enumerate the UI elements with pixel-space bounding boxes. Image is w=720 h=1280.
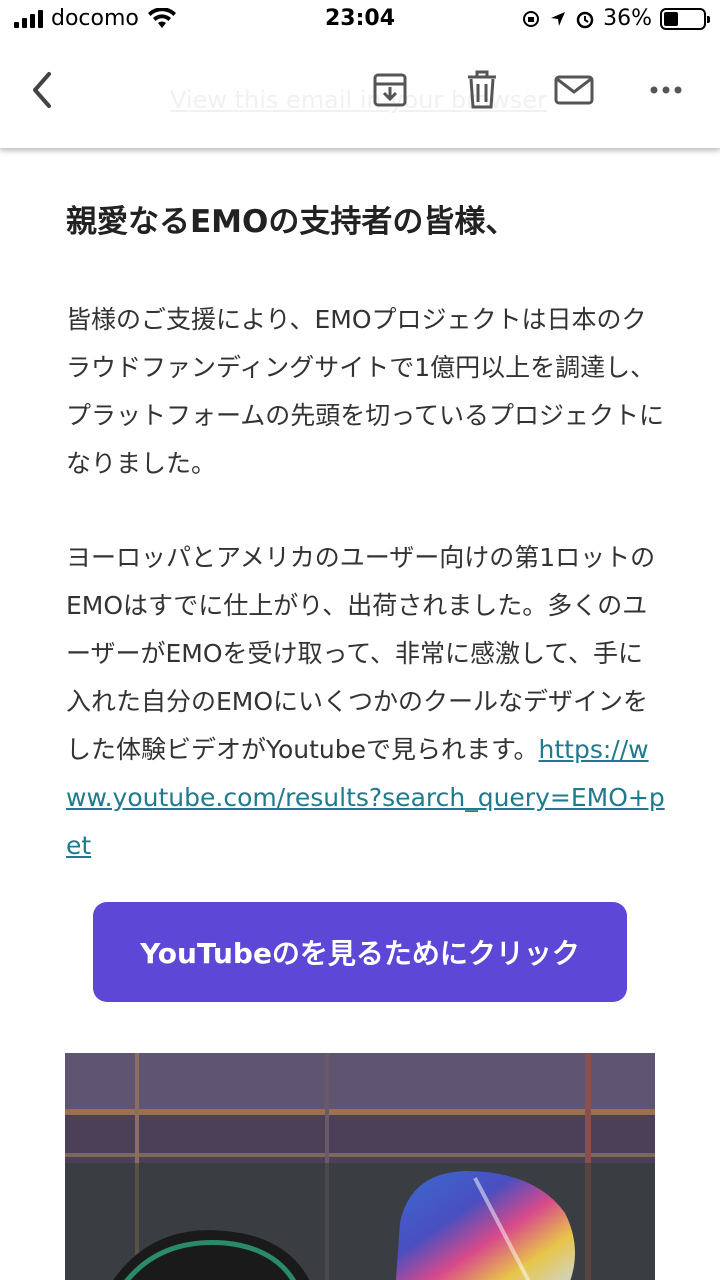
mail-button[interactable] bbox=[550, 66, 598, 114]
email-toolbar: View this email in your browser bbox=[0, 40, 720, 148]
status-bar: docomo 23:04 36% bbox=[0, 0, 720, 40]
status-right: 36% bbox=[521, 6, 710, 31]
paragraph-shipping-text: ヨーロッパとアメリカのユーザー向けの第1ロットのEMOはすでに仕上がり、出荷され… bbox=[66, 543, 656, 764]
back-button[interactable] bbox=[18, 66, 66, 114]
paragraph-funding: 皆様のご支援により、EMOプロジェクトは日本のクラウドファンディングサイトで1億… bbox=[66, 305, 665, 478]
archive-icon bbox=[373, 73, 407, 107]
greeting-heading: 親愛なるEMOの支持者の皆様、 bbox=[66, 204, 517, 240]
archive-button[interactable] bbox=[366, 66, 414, 114]
mail-icon bbox=[554, 75, 594, 105]
back-chevron-icon bbox=[33, 72, 51, 108]
youtube-cta-button[interactable]: YouTubeのを見るためにクリック bbox=[93, 902, 627, 1002]
alarm-icon bbox=[576, 11, 594, 28]
paragraph-shipping: ヨーロッパとアメリカのユーザー向けの第1ロットのEMOはすでに仕上がり、出荷され… bbox=[66, 534, 666, 870]
battery-percent: 36% bbox=[603, 6, 652, 31]
orientation-lock-icon bbox=[523, 10, 540, 27]
battery-icon bbox=[660, 7, 710, 30]
more-button[interactable] bbox=[642, 66, 690, 114]
photo-image bbox=[65, 1053, 655, 1280]
more-icon bbox=[650, 86, 682, 94]
emo-product-photo bbox=[65, 1053, 655, 1280]
location-icon bbox=[551, 11, 566, 26]
email-body: 親愛なるEMOの支持者の皆様、 皆様のご支援により、EMOプロジェクトは日本のク… bbox=[0, 150, 720, 1280]
trash-icon bbox=[468, 70, 496, 109]
delete-button[interactable] bbox=[458, 66, 506, 114]
